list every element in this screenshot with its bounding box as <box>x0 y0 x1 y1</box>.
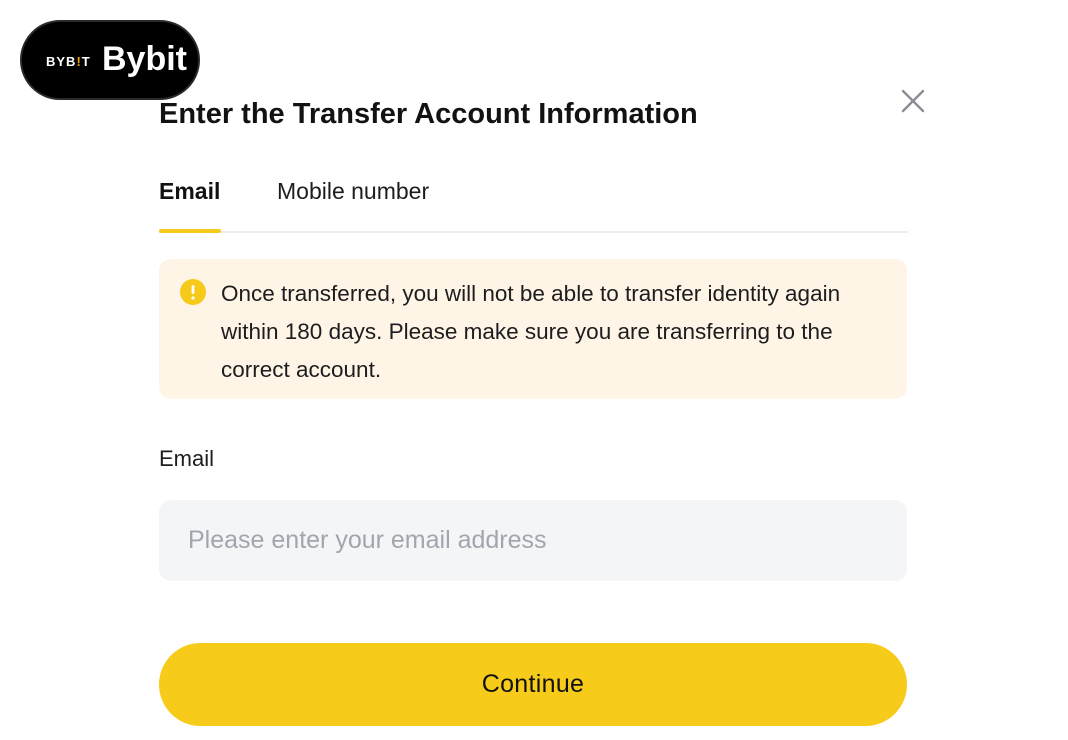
close-button[interactable] <box>896 84 930 118</box>
tab-bar: Email Mobile number <box>159 160 908 233</box>
brand-name: Bybit <box>102 40 187 78</box>
tab-email[interactable]: Email <box>159 178 220 205</box>
tab-mobile-number[interactable]: Mobile number <box>277 178 429 205</box>
warning-icon <box>180 279 206 305</box>
dialog-title: Enter the Transfer Account Information <box>159 98 698 130</box>
close-icon <box>901 89 925 113</box>
notice-text: Once transferred, you will not be able t… <box>221 281 841 382</box>
email-field-label: Email <box>159 446 215 471</box>
continue-button[interactable]: Continue <box>159 643 907 726</box>
warning-notice: Once transferred, you will not be able t… <box>159 259 907 399</box>
email-input[interactable] <box>159 500 907 581</box>
active-tab-indicator <box>159 229 221 233</box>
brand-logo-badge: BYB!T Bybit <box>20 20 200 100</box>
bybit-logo-mark: BYB!T <box>46 54 91 69</box>
